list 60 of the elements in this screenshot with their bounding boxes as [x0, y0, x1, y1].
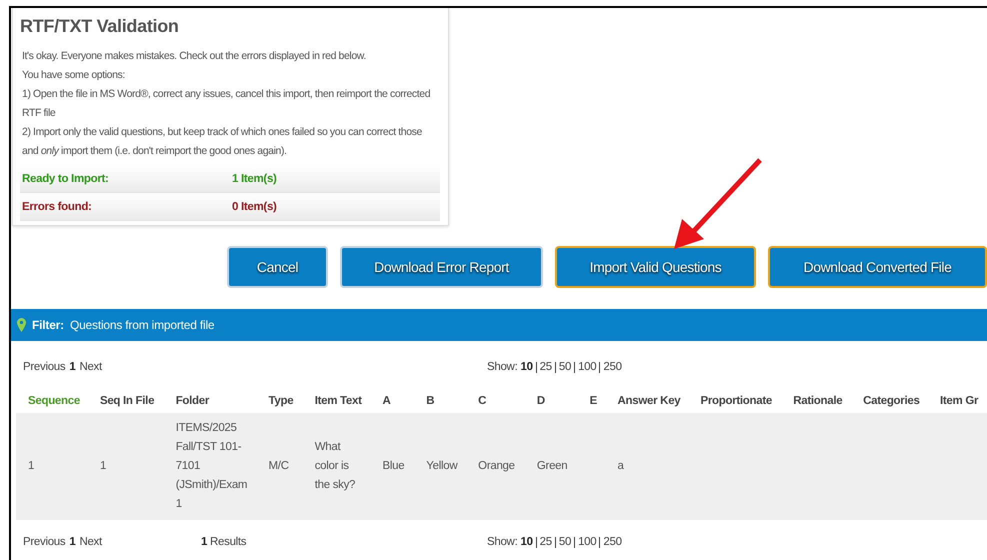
instruction-text: It's okay. Everyone makes mistakes. Check out the errors displayed in red below. — [21, 49, 367, 64]
column-header[interactable]: Folder — [164, 387, 257, 413]
column-header[interactable]: Rationale — [781, 387, 852, 413]
column-header[interactable]: Categories — [851, 387, 928, 413]
column-header[interactable]: Seq In File — [88, 387, 164, 413]
pagination-link[interactable]: Next — [79, 361, 102, 373]
action-button[interactable]: Import Valid Questions — [555, 246, 756, 288]
action-button[interactable]: Cancel — [227, 246, 328, 288]
page-size-link[interactable]: 50 — [554, 362, 572, 372]
action-button[interactable]: Download Converted File — [768, 246, 987, 288]
page-size-link[interactable]: 25 — [536, 362, 552, 372]
column-header[interactable]: D — [524, 387, 578, 413]
table-cell: Green — [536, 460, 568, 472]
map-pin-icon — [17, 318, 26, 332]
table-cell: 1 — [100, 460, 106, 472]
page-size-link[interactable]: 25 — [536, 536, 552, 548]
summary-label: Errors found: — [22, 200, 93, 212]
column-header[interactable]: Proportionate — [688, 387, 782, 413]
instruction-text: 2) Import only the valid questions, but keep track of which ones failed so you can correct those and only import them (i.e. don't reimport the good ones again). — [21, 125, 423, 159]
pagination-link[interactable]: Previous — [23, 536, 66, 548]
show-label: Show: — [487, 361, 518, 373]
column-header[interactable]: B — [414, 387, 466, 413]
panel-title: RTF/TXT Validation — [20, 16, 180, 37]
filter-label: Filter: — [32, 318, 64, 332]
show-label: Show: — [487, 536, 518, 548]
pagination-link[interactable]: 1 — [69, 536, 76, 548]
page-size-link[interactable]: 10 — [520, 536, 533, 548]
filter-value: Questions from imported file — [70, 318, 214, 332]
table-cell: Orange — [478, 460, 515, 472]
column-header[interactable]: Sequence — [16, 387, 88, 413]
summary-value: 0 Item(s) — [232, 200, 277, 212]
instruction-text: 1) Open the file in MS Word®, correct any issues, cancel this import, then reimport the corrected RTF file — [21, 87, 432, 121]
page-size-link[interactable]: 250 — [599, 536, 622, 548]
column-header[interactable]: A — [370, 387, 414, 413]
page-size-link[interactable]: 100 — [574, 536, 596, 548]
page-size-link[interactable]: 50 — [554, 536, 572, 548]
page-size-link[interactable]: 250 — [599, 362, 622, 372]
pagination-link[interactable]: Next — [79, 536, 102, 548]
table-cell: 1 — [28, 460, 34, 472]
column-header[interactable]: Type — [256, 387, 303, 413]
table-cell: Yellow — [426, 460, 458, 472]
instruction-text: You have some options: — [21, 68, 126, 83]
page-size-link[interactable]: 100 — [574, 362, 596, 372]
results-count: 1 Results — [201, 536, 246, 548]
pagination-link[interactable]: Previous — [23, 361, 66, 373]
column-header[interactable]: Item Text — [302, 387, 371, 413]
pagination-link[interactable]: 1 — [69, 361, 76, 373]
summary-label: Ready to Import: — [22, 172, 110, 184]
page-size-link[interactable]: 10 — [520, 361, 533, 373]
table-cell: ITEMS/2025 Fall/TST 101-7101 (JSmith)/Exam 1 — [176, 422, 248, 510]
column-header[interactable]: Item Gr — [928, 387, 987, 413]
column-header[interactable]: E — [578, 387, 606, 413]
summary-value: 1 Item(s) — [232, 172, 277, 184]
action-button[interactable]: Download Error Report — [340, 246, 543, 288]
table-cell: a — [618, 460, 624, 472]
column-header[interactable]: Answer Key — [606, 387, 688, 413]
table-cell: What color is the sky? — [314, 441, 356, 491]
column-header[interactable]: C — [466, 387, 525, 413]
table-cell: Blue — [382, 460, 404, 472]
table-cell: M/C — [268, 460, 289, 472]
